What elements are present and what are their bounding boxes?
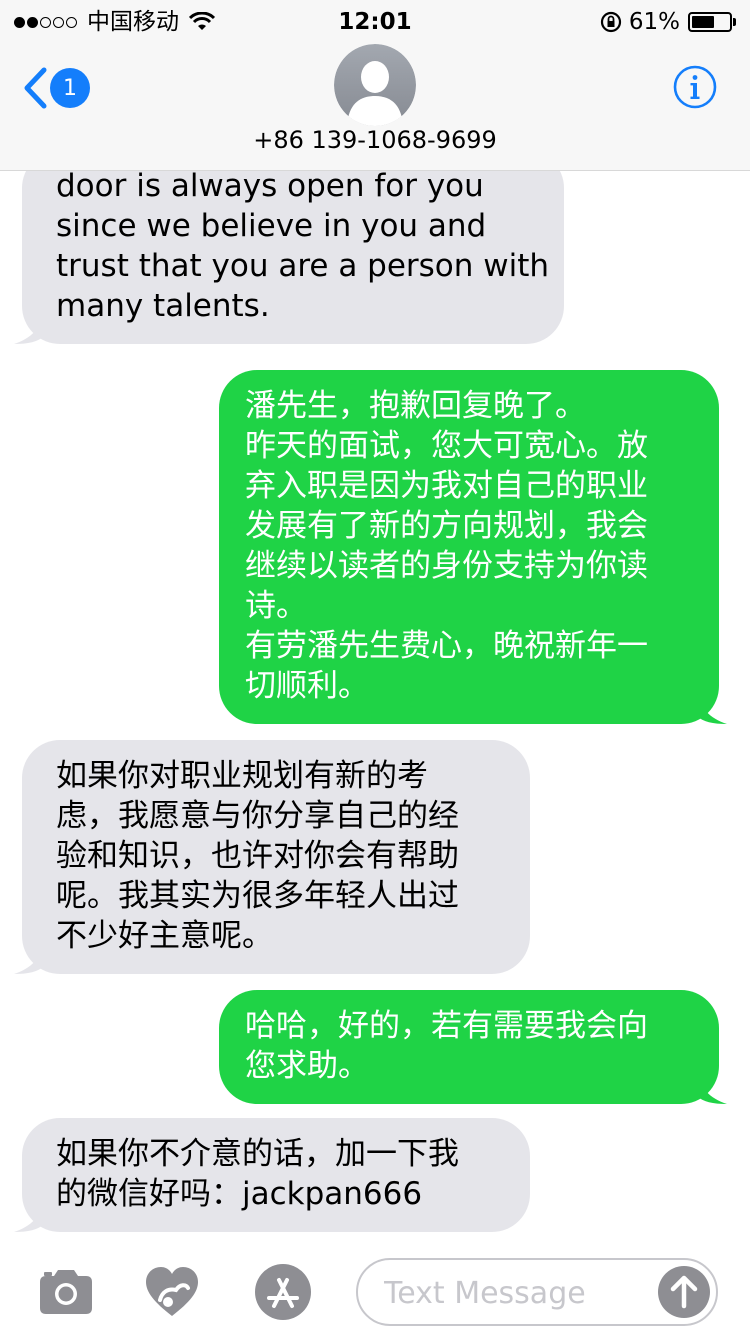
message-bubble-received[interactable]: door is always open for you since we bel… bbox=[14, 150, 564, 344]
info-icon bbox=[673, 65, 717, 109]
orientation-lock-icon bbox=[600, 11, 621, 33]
message-line: 验和知识，也许对你会有帮助 bbox=[56, 838, 459, 874]
message-line: 呢。我其实为很多年轻人出过 bbox=[56, 878, 459, 914]
message-line: 弃入职是因为我对自己的职业 bbox=[245, 468, 648, 504]
back-button[interactable]: 1 bbox=[22, 64, 92, 112]
message-line: 如果你不介意的话，加一下我 bbox=[56, 1136, 459, 1172]
status-bar-right: 61% bbox=[599, 8, 736, 36]
message-line: 哈哈，好的，若有需要我会向 bbox=[245, 1008, 648, 1044]
message-line: trust that you are a person with bbox=[56, 248, 550, 284]
message-line: 如果你对职业规划有新的考 bbox=[56, 758, 428, 794]
chevron-left-icon bbox=[24, 67, 47, 109]
bubble-tail bbox=[14, 1202, 44, 1232]
compose-bar bbox=[0, 1250, 750, 1334]
message-line: 虑，我愿意与你分享自己的经 bbox=[56, 798, 459, 834]
message-bubble-received[interactable]: 如果你不介意的话，加一下我 的微信好吗：jackpan666 bbox=[14, 1118, 530, 1232]
message-line: 不少好主意呢。 bbox=[56, 918, 273, 954]
message-line: many talents. bbox=[56, 288, 270, 324]
message-bubble-sent[interactable]: 潘先生，抱歉回复晚了。 昨天的面试，您大可宽心。放 弃入职是因为我对自己的职业 … bbox=[219, 370, 727, 724]
person-icon bbox=[334, 44, 416, 126]
camera-icon bbox=[40, 1270, 92, 1314]
app-store-button[interactable] bbox=[250, 1262, 316, 1322]
message-line: 昨天的面试，您大可宽心。放 bbox=[245, 428, 648, 464]
message-line: 诗。 bbox=[245, 588, 307, 624]
message-line: 的微信好吗：jackpan666 bbox=[56, 1176, 423, 1212]
message-bubble-sent[interactable]: 哈哈，好的，若有需要我会向 您求助。 bbox=[219, 990, 727, 1104]
battery-cap bbox=[733, 18, 736, 26]
message-input[interactable] bbox=[382, 1270, 646, 1316]
digital-touch-icon bbox=[146, 1267, 198, 1316]
bubble-tail bbox=[697, 1074, 727, 1104]
message-line: 您求助。 bbox=[245, 1048, 369, 1084]
messages-screen: door is always open for you since we bel… bbox=[0, 0, 750, 1334]
bubble-tail bbox=[14, 314, 44, 344]
send-button[interactable] bbox=[658, 1266, 710, 1318]
message-line: 继续以读者的身份支持为你读 bbox=[245, 548, 648, 584]
app-store-icon bbox=[255, 1264, 311, 1320]
bubble-tail bbox=[14, 944, 44, 974]
battery-fill bbox=[692, 16, 714, 28]
conversation-header: 中国移动 12:01 61% 1 +86 139-1068-9699 bbox=[0, 0, 750, 171]
battery-icon bbox=[688, 12, 732, 32]
message-thread[interactable]: door is always open for you since we bel… bbox=[0, 0, 750, 1250]
message-line: 有劳潘先生费心，晚祝新年一 bbox=[245, 628, 648, 664]
info-button[interactable] bbox=[672, 64, 718, 110]
digital-touch-button[interactable] bbox=[142, 1262, 202, 1322]
unread-badge: 1 bbox=[50, 68, 90, 108]
message-line: 切顺利。 bbox=[245, 668, 369, 704]
contact-avatar[interactable] bbox=[334, 44, 416, 126]
message-field[interactable] bbox=[356, 1258, 718, 1326]
message-line: 潘先生，抱歉回复晚了。 bbox=[245, 388, 586, 424]
message-line: since we believe in you and bbox=[56, 208, 487, 244]
message-line: 发展有了新的方向规划，我会 bbox=[245, 508, 648, 544]
message-bubble-received[interactable]: 如果你对职业规划有新的考 虑，我愿意与你分享自己的经 验和知识，也许对你会有帮助… bbox=[14, 740, 530, 974]
bubble-tail bbox=[697, 694, 727, 724]
send-arrow-icon bbox=[658, 1266, 710, 1318]
message-line: door is always open for you bbox=[56, 168, 484, 204]
battery-percent: 61% bbox=[628, 9, 680, 35]
contact-number[interactable]: +86 139-1068-9699 bbox=[0, 124, 750, 156]
camera-button[interactable] bbox=[36, 1262, 96, 1322]
